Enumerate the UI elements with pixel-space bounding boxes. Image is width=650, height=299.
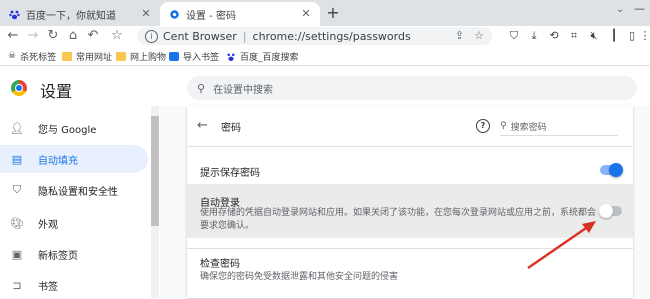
palette-icon: 🎨︎ xyxy=(10,216,24,230)
bookmarks-bar: ☠ 杀死标签 常用网址 网上购物 导入书签 百度_百度搜索 xyxy=(0,47,650,66)
minimize-icon[interactable]: — xyxy=(634,2,645,15)
mouse-gesture-icon[interactable]: ┃ xyxy=(607,29,621,43)
settings-header: 设置 ⚲ 在设置中搜索 xyxy=(0,70,650,107)
sidebar-item-label: 自动填充 xyxy=(38,155,78,167)
sidebar: 👤︎ 您与 Google ▤ 自动填充 ⛉ 隐私设置和安全性 🎨︎ 外观 ▣ 新… xyxy=(0,106,160,298)
bookmark-star-icon[interactable]: ☆ xyxy=(474,29,484,42)
password-search-input[interactable]: ⚲ 搜索密码 xyxy=(500,117,618,136)
bookmark-folder-common[interactable]: 常用网址 xyxy=(62,49,112,63)
undo-close-icon[interactable]: ↶ xyxy=(84,26,102,46)
skull-icon: ☠ xyxy=(8,50,17,61)
sidebar-item-label: 您与 Google xyxy=(38,124,97,136)
star-icon[interactable]: ☆ xyxy=(108,26,126,46)
sidebar-item-label: 书签 xyxy=(38,281,58,293)
sidebar-item-label: 外观 xyxy=(38,219,58,231)
bookmark-folder-shopping[interactable]: 网上购物 xyxy=(116,49,166,63)
crop-icon[interactable]: ⌗ xyxy=(567,29,581,43)
new-tab-button[interactable]: + xyxy=(324,4,342,22)
sidebar-toggle-icon[interactable]: ▯ xyxy=(625,29,639,43)
offer-to-save-toggle[interactable] xyxy=(600,163,623,177)
passwords-card: ← 密码 ? ⚲ 搜索密码 提示保存密码 自动登录 使用存储的凭据自动登录网站和… xyxy=(187,106,633,298)
share-icon[interactable]: ⇪ xyxy=(455,29,464,42)
tab-settings-passwords[interactable]: 设置 - 密码 ✕ xyxy=(160,2,320,26)
bookmark-label: 网上购物 xyxy=(130,52,167,63)
bookmark-import[interactable]: 导入书签 xyxy=(169,49,219,63)
password-search-placeholder: 搜索密码 xyxy=(510,122,547,133)
tab-strip: 百度一下，你就知道 ✕ 设置 - 密码 ✕ + ⌄ — xyxy=(0,0,650,26)
close-icon[interactable]: ✕ xyxy=(138,6,154,22)
tab-baidu[interactable]: 百度一下，你就知道 ✕ xyxy=(0,2,160,26)
toggle-knob xyxy=(609,163,623,177)
sidebar-item-appearance[interactable]: 🎨︎ 外观 xyxy=(0,209,148,237)
bookmark-label: 导入书签 xyxy=(183,52,220,63)
forward-icon[interactable]: → xyxy=(24,26,42,46)
sidebar-item-new-tab[interactable]: ▣ 新标签页 xyxy=(0,240,148,268)
browser-logo-icon xyxy=(11,80,27,96)
sidebar-item-autofill[interactable]: ▤ 自动填充 xyxy=(0,145,148,173)
shield-icon: ⛉ xyxy=(12,183,22,196)
sidebar-item-you-and-google[interactable]: 👤︎ 您与 Google xyxy=(0,114,148,142)
sidebar-item-label: 新标签页 xyxy=(38,250,78,262)
search-placeholder: 在设置中搜索 xyxy=(213,84,274,96)
download-icon[interactable]: ⤓ xyxy=(527,29,541,43)
new-tab-icon: ▣ xyxy=(11,247,23,261)
search-icon: ⚲ xyxy=(500,121,507,131)
address-bar[interactable]: i Cent Browser | chrome://settings/passw… xyxy=(137,27,492,45)
browser-brand: Cent Browser xyxy=(163,29,237,43)
bookmark-baidu-search[interactable]: 百度_百度搜索 xyxy=(226,49,299,63)
chevron-down-icon[interactable]: ⌄ xyxy=(616,4,624,15)
clipboard-icon: ▤ xyxy=(11,152,23,166)
folder-icon xyxy=(116,51,126,61)
page-title: 设置 xyxy=(40,82,73,101)
search-icon: ⚲ xyxy=(197,81,206,95)
bookmark-label: 常用网址 xyxy=(76,52,113,63)
import-icon xyxy=(169,51,179,61)
auto-signin-description: 使用存储的凭据自动登录网站和应用。如果关闭了该功能，在您每次登录网站或应用之前，… xyxy=(200,208,597,231)
sidebar-item-bookmarks[interactable]: ⊐ 书签 xyxy=(0,271,148,299)
close-icon[interactable]: ✕ xyxy=(298,6,314,22)
shield-extension-icon[interactable]: ⛉ xyxy=(507,29,521,43)
sidebar-scrollbar[interactable] xyxy=(151,106,159,298)
sync-icon[interactable]: ⟲ xyxy=(547,29,561,43)
offer-to-save-row[interactable]: 提示保存密码 xyxy=(187,156,633,184)
baidu-paw-icon xyxy=(226,52,236,61)
bookmark-kill-tab[interactable]: ☠ 杀死标签 xyxy=(8,49,56,63)
sidebar-item-label: 隐私设置和安全性 xyxy=(38,186,118,198)
card-title: 密码 xyxy=(221,123,241,134)
baidu-paw-icon xyxy=(8,8,20,20)
bookmark-label: 百度_百度搜索 xyxy=(240,52,299,63)
mute-icon[interactable]: 🔇︎ xyxy=(587,29,601,43)
scrollbar-thumb[interactable] xyxy=(151,116,159,226)
separator: | xyxy=(242,29,247,43)
check-passwords-label: 检查密码 xyxy=(200,259,240,270)
auto-signin-toggle[interactable] xyxy=(599,204,622,218)
tab-title: 设置 - 密码 xyxy=(186,10,236,22)
offer-to-save-label: 提示保存密码 xyxy=(200,168,260,179)
auto-signin-row[interactable]: 自动登录 使用存储的凭据自动登录网站和应用。如果关闭了该功能，在您每次登录网站或… xyxy=(187,184,633,238)
reload-icon[interactable]: ↻ xyxy=(44,26,62,46)
tab-title: 百度一下，你就知道 xyxy=(26,10,116,22)
person-icon: 👤︎ xyxy=(10,121,24,135)
settings-search-input[interactable]: ⚲ 在设置中搜索 xyxy=(187,76,637,100)
gear-icon xyxy=(168,8,180,20)
home-icon[interactable]: ⌂ xyxy=(64,26,82,46)
card-header: ← 密码 ? ⚲ 搜索密码 xyxy=(187,106,633,147)
toggle-knob xyxy=(599,204,613,218)
url-text: chrome://settings/passwords xyxy=(252,29,411,43)
bookmark-label: 杀死标签 xyxy=(20,52,57,63)
sidebar-item-privacy[interactable]: ⛉ 隐私设置和安全性 xyxy=(0,176,148,204)
check-passwords-row[interactable]: 检查密码 确保您的密码免受数据泄露和其他安全问题的侵害 xyxy=(187,248,633,289)
check-passwords-description: 确保您的密码免受数据泄露和其他安全问题的侵害 xyxy=(200,272,399,282)
folder-icon xyxy=(62,51,72,61)
toolbar: ← → ↻ ⌂ ↶ ☆ i Cent Browser | chrome://se… xyxy=(0,26,650,46)
back-arrow-icon[interactable]: ← xyxy=(197,118,208,133)
help-icon[interactable]: ? xyxy=(476,119,490,133)
main-content: ← 密码 ? ⚲ 搜索密码 提示保存密码 自动登录 使用存储的凭据自动登录网站和… xyxy=(160,106,650,298)
menu-icon[interactable]: ⋮ xyxy=(638,29,650,43)
bookmark-icon: ⊐ xyxy=(12,278,22,292)
info-icon[interactable]: i xyxy=(145,29,158,43)
back-icon[interactable]: ← xyxy=(4,26,22,46)
